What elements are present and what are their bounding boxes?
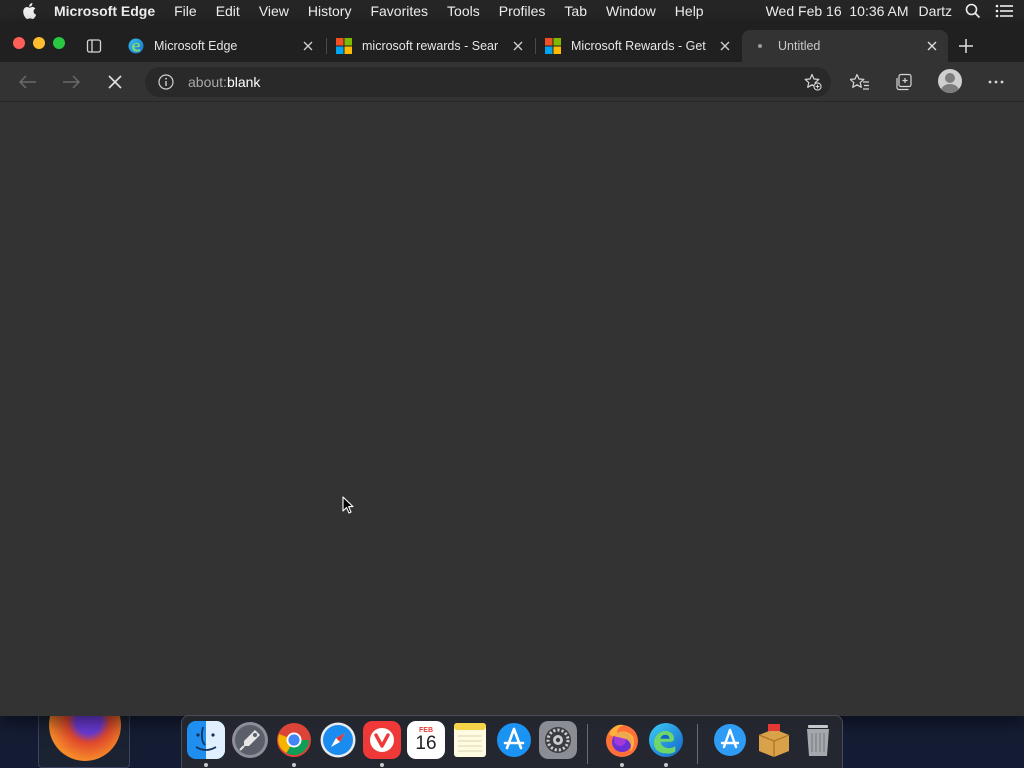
firefox-icon[interactable] bbox=[603, 721, 641, 759]
tab-title: Microsoft Rewards - Get bbox=[571, 39, 706, 53]
menu-profiles[interactable]: Profiles bbox=[489, 3, 555, 19]
launchpad-icon[interactable] bbox=[231, 721, 269, 759]
edge-icon bbox=[128, 38, 144, 54]
firefox-window-thumbnail[interactable] bbox=[38, 714, 130, 768]
app-store-icon[interactable] bbox=[495, 721, 533, 759]
menubar-clock[interactable]: Wed Feb 16 10:36 AM bbox=[758, 3, 917, 19]
profile-avatar[interactable] bbox=[938, 69, 962, 93]
finder-icon[interactable] bbox=[187, 721, 225, 759]
microsoft-logo-icon bbox=[545, 38, 561, 54]
back-button[interactable] bbox=[15, 70, 41, 94]
loading-dot-icon bbox=[752, 38, 768, 54]
tab-strip: Microsoft Edge microsoft rewards - Sear … bbox=[0, 22, 1024, 62]
trash-icon[interactable] bbox=[799, 721, 837, 759]
running-indicator bbox=[620, 763, 624, 767]
window-minimize-button[interactable] bbox=[33, 37, 45, 49]
tab-title: Microsoft Edge bbox=[154, 39, 238, 53]
running-indicator bbox=[204, 763, 208, 767]
running-indicator bbox=[380, 763, 384, 767]
running-indicator bbox=[292, 763, 296, 767]
archive-box-icon[interactable] bbox=[755, 721, 793, 759]
menu-tab[interactable]: Tab bbox=[555, 3, 597, 19]
forward-button[interactable] bbox=[58, 70, 84, 94]
dock-separator bbox=[697, 724, 698, 764]
spotlight-search-icon[interactable] bbox=[962, 0, 984, 22]
stop-loading-button[interactable] bbox=[102, 70, 128, 94]
microsoft-logo-icon bbox=[336, 38, 352, 54]
tab-close-icon[interactable] bbox=[300, 38, 316, 54]
browser-toolbar: about:blank bbox=[0, 62, 1024, 102]
menubar-user[interactable]: Dartz bbox=[917, 3, 962, 19]
window-maximize-button[interactable] bbox=[53, 37, 65, 49]
site-info-icon[interactable] bbox=[156, 72, 176, 92]
notes-icon[interactable] bbox=[451, 721, 489, 759]
favorites-icon[interactable] bbox=[847, 70, 873, 94]
new-tab-button[interactable] bbox=[956, 36, 976, 56]
more-options-icon[interactable] bbox=[983, 70, 1009, 94]
mouse-cursor-icon bbox=[342, 496, 354, 514]
tab-microsoft-edge[interactable]: Microsoft Edge bbox=[118, 30, 324, 62]
tab-close-icon[interactable] bbox=[717, 38, 733, 54]
add-favorite-icon[interactable] bbox=[803, 72, 823, 92]
menu-history[interactable]: History bbox=[298, 3, 361, 19]
tab-close-icon[interactable] bbox=[510, 38, 526, 54]
menu-file[interactable]: File bbox=[165, 3, 207, 19]
control-center-icon[interactable] bbox=[993, 0, 1015, 22]
tab-microsoft-rewards-get[interactable]: Microsoft Rewards - Get bbox=[535, 30, 741, 62]
collections-icon[interactable] bbox=[891, 70, 917, 94]
tab-actions-icon[interactable] bbox=[84, 36, 104, 56]
tab-close-icon[interactable] bbox=[924, 38, 940, 54]
menu-tools[interactable]: Tools bbox=[438, 3, 490, 19]
tab-untitled[interactable]: Untitled bbox=[742, 30, 948, 62]
running-indicator bbox=[664, 763, 668, 767]
tab-title: Untitled bbox=[778, 39, 821, 53]
dock: FEB 16 bbox=[181, 715, 843, 768]
url-text: about:blank bbox=[188, 74, 260, 90]
window-close-button[interactable] bbox=[13, 37, 25, 49]
downloads-folder-icon[interactable] bbox=[711, 721, 749, 759]
google-chrome-icon[interactable] bbox=[275, 721, 313, 759]
menu-app-name[interactable]: Microsoft Edge bbox=[54, 3, 165, 19]
menu-favorites[interactable]: Favorites bbox=[361, 3, 438, 19]
calendar-icon[interactable]: FEB 16 bbox=[407, 721, 445, 759]
menu-edit[interactable]: Edit bbox=[206, 3, 249, 19]
address-bar[interactable]: about:blank bbox=[145, 67, 831, 97]
tab-microsoft-rewards-search[interactable]: microsoft rewards - Sear bbox=[326, 30, 534, 62]
apple-menu-icon[interactable] bbox=[18, 0, 40, 22]
url-path: blank bbox=[226, 74, 261, 90]
calendar-day: 16 bbox=[415, 733, 437, 754]
menu-window[interactable]: Window bbox=[597, 3, 666, 19]
edge-browser-window: Microsoft Edge microsoft rewards - Sear … bbox=[0, 22, 1024, 716]
page-content-blank[interactable] bbox=[0, 102, 1024, 716]
menu-view[interactable]: View bbox=[249, 3, 298, 19]
dock-separator bbox=[587, 724, 588, 764]
safari-icon[interactable] bbox=[319, 721, 357, 759]
menu-bar: Microsoft Edge File Edit View History Fa… bbox=[0, 0, 1024, 22]
tab-title: microsoft rewards - Sear bbox=[362, 39, 499, 53]
menu-help[interactable]: Help bbox=[665, 3, 713, 19]
microsoft-edge-icon[interactable] bbox=[647, 721, 685, 759]
vivaldi-icon[interactable] bbox=[363, 721, 401, 759]
system-preferences-icon[interactable] bbox=[539, 721, 577, 759]
url-scheme: about: bbox=[188, 74, 227, 90]
